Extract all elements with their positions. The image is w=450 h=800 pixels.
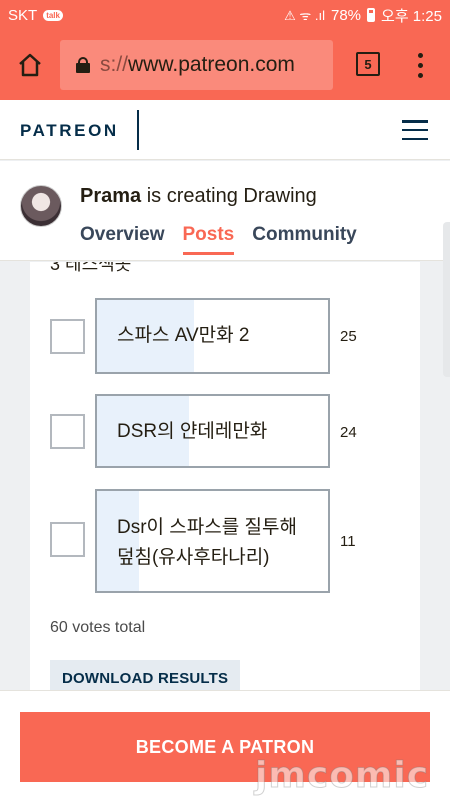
watermark-logo: jmcomic [254,755,430,797]
creator-line: Prama is creating Drawing [80,185,317,208]
hamburger-menu-icon[interactable] [402,120,428,140]
creator-name[interactable]: Prama [80,185,141,207]
poll-checkbox[interactable] [50,522,85,557]
browser-toolbar: s://www.patreon.com 5 [0,30,450,100]
url-prefix: s:// [100,53,129,76]
talk-icon: talk [43,9,63,21]
url-domain: www.patreon.com [128,53,295,76]
home-button[interactable] [0,30,60,100]
status-bar: SKT talk ⚠ ᯤ .ıl 78% 오후 1:25 [0,0,450,30]
logo-divider [137,110,139,150]
poll-option-label: DSR의 얀데레만화 [117,421,268,442]
carrier-label: SKT [8,6,38,24]
poll-option-label: 스파스 AV만화 2 [117,325,250,346]
poll-checkbox[interactable] [50,319,85,354]
tab-switcher-button[interactable]: 5 [356,52,380,76]
poll-option-votes: 11 [340,533,356,550]
clock: 오후 1:25 [381,7,442,25]
poll-total: 60 votes total [50,619,146,636]
address-bar[interactable]: s://www.patreon.com [60,40,333,90]
tab-posts[interactable]: Posts [182,224,234,255]
patreon-logo[interactable]: PATREON [20,121,119,141]
url-text: s://www.patreon.com [100,53,295,77]
hamburger-line [402,128,428,132]
more-vert-dot [417,62,423,68]
creator-header: Prama is creating Drawing Overview Posts… [0,161,450,261]
scrollbar-thumb[interactable] [443,222,450,377]
poll-option-box[interactable]: DSR의 얀데레만화 [95,394,330,468]
site-header: PATREON [0,100,450,160]
browser-menu-button[interactable] [410,50,430,80]
more-vert-icon [417,52,423,58]
signal-icons: ⚠ ᯤ .ıl [284,8,325,23]
battery-icon [367,8,376,22]
hamburger-line [402,120,428,123]
more-vert-dot [417,72,423,78]
creator-tabs: Overview Posts Community [80,224,357,255]
download-results-button[interactable]: DOWNLOAD RESULTS [50,660,241,692]
poll-checkbox[interactable] [50,414,85,449]
poll-option-box[interactable]: 스파스 AV만화 2 [95,298,330,374]
poll-option-votes: 25 [340,328,357,345]
home-icon [19,53,41,77]
status-right: ⚠ ᯤ .ıl 78% 오후 1:25 [284,5,442,26]
poll-option-label: Dsr이 스파스를 질투해 덮침(유사후타나리) [117,517,297,568]
battery-percent: 78% [331,6,362,24]
tab-overview[interactable]: Overview [80,224,165,246]
poll-card: 3 테스섹못 스파스 AV만화 2 25 DSR의 얀데레만화 24 Dsr이 … [30,262,420,692]
poll-option-votes: 24 [340,424,357,441]
poll-option-box[interactable]: Dsr이 스파스를 질투해 덮침(유사후타나리) [95,489,330,593]
creator-avatar[interactable] [20,185,62,227]
creator-tagline: is creating Drawing [141,185,317,207]
poll-heading: 3 테스섹못 [50,262,132,274]
lock-icon [76,57,90,73]
hamburger-line [402,137,428,140]
tab-community[interactable]: Community [252,224,357,246]
